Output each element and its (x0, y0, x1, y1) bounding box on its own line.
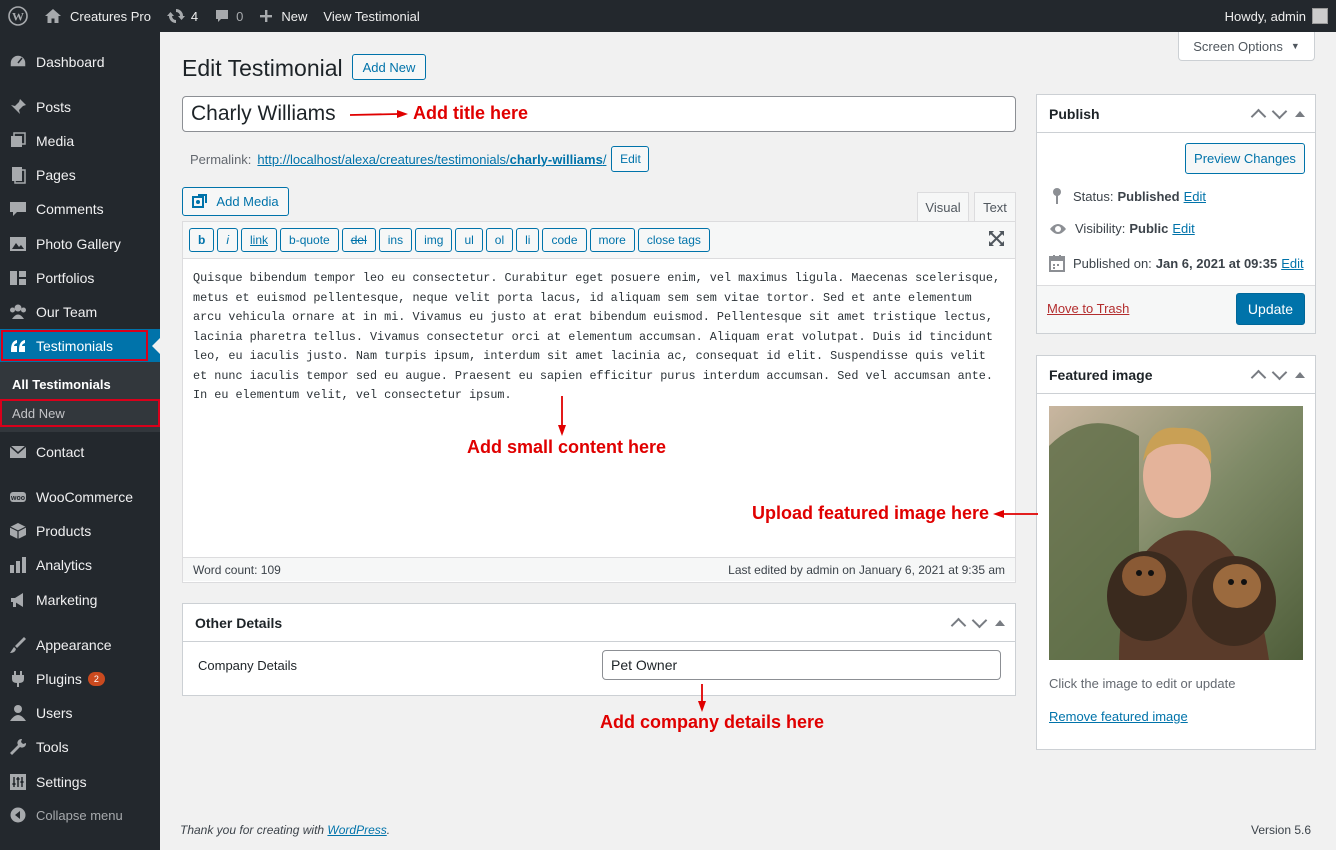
wordpress-link[interactable]: WordPress (327, 823, 386, 837)
footer-thanks-text: Thank you for creating with (180, 823, 328, 837)
footer-thanks: Thank you for creating with WordPress. (180, 823, 390, 837)
annotation-content: Add small content here (467, 437, 667, 457)
footer-period: . (386, 823, 391, 837)
footer-version: Version 5.6 (1251, 823, 1312, 837)
annotation-image: Upload featured image here (752, 503, 990, 523)
annotation-company: Add company details here (600, 712, 825, 732)
annotation-title: Add title here (413, 103, 529, 123)
